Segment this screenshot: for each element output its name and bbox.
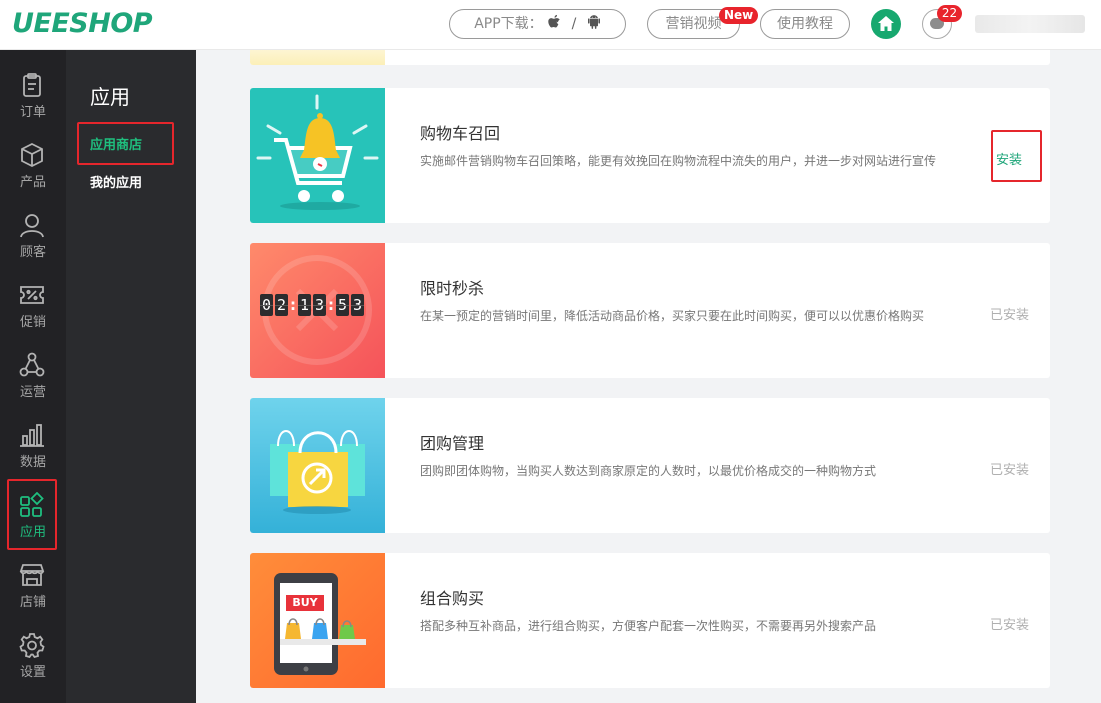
app-card-partial <box>250 50 1050 65</box>
message-count-badge: 22 <box>937 5 962 22</box>
tutorial-button[interactable]: 使用教程 <box>760 9 850 39</box>
app-card-cart-recovery: 购物车召回 实施邮件营销购物车召回策略，能更有效挽回在购物流程中流失的用户，并进… <box>250 88 1050 223</box>
percent-ticket-icon <box>20 286 44 304</box>
highlight-apps-nav <box>7 479 57 550</box>
buy-label: BUY <box>292 596 318 609</box>
nav-store[interactable]: 店铺 <box>0 540 66 610</box>
nav-orders-label: 订单 <box>19 105 46 120</box>
app-card-flash-sale: 0 2 : 1 3 : 5 3 限时秒杀 在某一预定的营销时间里，降低活动商品价… <box>250 243 1050 378</box>
home-button[interactable] <box>871 9 901 39</box>
timer-colon: : <box>328 296 334 314</box>
timer-digit: 3 <box>313 294 326 316</box>
app-title[interactable]: 团购管理 <box>420 430 484 454</box>
app-card-group-buy: 团购管理 团购即团体购物，当购买人数达到商家原定的人数时，以最优价格成交的一种购… <box>250 398 1050 533</box>
timer-digit: 5 <box>336 294 349 316</box>
nav-promotions[interactable]: 促销 <box>0 260 66 330</box>
top-bar: UEESHOP APP下载： / 营销视频 New 使用教程 22 <box>0 0 1101 50</box>
installed-status: 已安装 <box>990 463 1030 478</box>
network-icon <box>19 352 45 377</box>
nav-orders[interactable]: 订单 <box>0 50 66 120</box>
phone-buy-thumbnail: BUY <box>250 553 385 688</box>
subnav-my-apps[interactable]: 我的应用 <box>90 172 142 191</box>
nav-operations-label: 运营 <box>19 385 46 400</box>
app-thumbnail <box>250 50 385 65</box>
app-list: 购物车召回 实施邮件营销购物车召回策略，能更有效挽回在购物流程中流失的用户，并进… <box>196 50 1101 703</box>
store-icon <box>19 564 45 586</box>
nav-operations[interactable]: 运营 <box>0 330 66 400</box>
app-download-label: APP下载： <box>474 16 543 32</box>
shopping-bag-thumbnail <box>250 398 385 533</box>
installed-status: 已安装 <box>990 618 1030 633</box>
timer-digit: 0 <box>260 294 273 316</box>
android-icon[interactable] <box>587 14 601 30</box>
countdown-timer: 0 2 : 1 3 : 5 3 <box>260 294 366 316</box>
flash-sale-timer-thumbnail: 0 2 : 1 3 : 5 3 <box>250 243 385 378</box>
nav-promotions-label: 促销 <box>19 315 46 330</box>
app-card-bundle-buy: BUY 组合购买 搭配多种互补商品，进行组合购买，方便客户配套一次性购买，不需要… <box>250 553 1050 688</box>
nav-settings-label: 设置 <box>19 665 46 680</box>
nav-data[interactable]: 数据 <box>0 400 66 470</box>
main-sidebar: 订单 产品 顾客 促销 运营 数据 应用 店铺 设置 <box>0 50 66 703</box>
timer-digit: 2 <box>275 294 288 316</box>
highlight-app-store <box>77 122 174 165</box>
user-account[interactable] <box>975 15 1085 33</box>
nav-customers-label: 顾客 <box>19 245 46 260</box>
app-title[interactable]: 限时秒杀 <box>420 275 484 299</box>
apple-icon[interactable] <box>547 14 561 30</box>
timer-colon: : <box>290 296 296 314</box>
clipboard-icon <box>23 73 41 97</box>
nav-products-label: 产品 <box>19 175 46 190</box>
nav-data-label: 数据 <box>19 455 46 470</box>
app-separator: / <box>571 16 577 32</box>
home-icon <box>878 16 894 31</box>
gear-icon <box>19 633 45 658</box>
box-icon <box>21 142 43 168</box>
app-description: 搭配多种互补商品，进行组合购买，方便客户配套一次性购买，不需要再另外搜索产品 <box>420 619 877 633</box>
timer-digit: 1 <box>298 294 311 316</box>
nav-products[interactable]: 产品 <box>0 120 66 190</box>
app-title[interactable]: 组合购买 <box>420 585 484 609</box>
app-title[interactable]: 购物车召回 <box>420 120 500 144</box>
bar-chart-icon <box>20 424 44 447</box>
subnav-title: 应用 <box>90 85 130 109</box>
highlight-install-button <box>991 130 1042 182</box>
app-download-button[interactable]: APP下载： / <box>449 9 626 39</box>
app-description: 实施邮件营销购物车召回策略，能更有效挽回在购物流程中流失的用户，并进一步对网站进… <box>420 154 937 168</box>
user-icon <box>20 214 44 238</box>
cart-bell-thumbnail <box>250 88 385 223</box>
nav-store-label: 店铺 <box>19 595 46 610</box>
nav-settings[interactable]: 设置 <box>0 610 66 680</box>
app-description: 在某一预定的营销时间里，降低活动商品价格，买家只要在此时间购买，便可以以优惠价格… <box>420 309 925 323</box>
timer-digit: 3 <box>351 294 364 316</box>
nav-customers[interactable]: 顾客 <box>0 190 66 260</box>
new-badge: New <box>719 7 759 24</box>
app-description: 团购即团体购物，当购买人数达到商家原定的人数时，以最优价格成交的一种购物方式 <box>420 464 877 478</box>
installed-status: 已安装 <box>990 308 1030 323</box>
ueeshop-logo[interactable]: UEESHOP <box>12 8 153 39</box>
